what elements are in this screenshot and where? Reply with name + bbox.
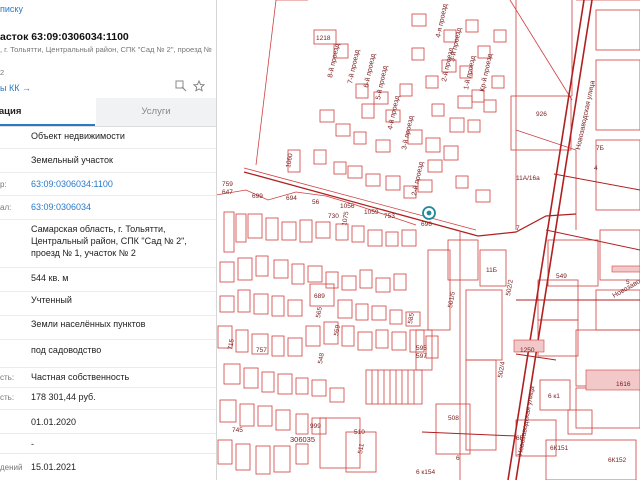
parcel-number: 6 к1 — [548, 393, 560, 400]
parcel-number: 510 — [354, 429, 365, 436]
parcel-number: 6К152 — [608, 457, 627, 464]
star-icon[interactable] — [193, 80, 205, 95]
info-panel: писку асток 63:09:0306034:1100 , г. Толь… — [0, 0, 217, 480]
parcel-number: 6 к154 — [416, 469, 435, 476]
row-area: 544 кв. м — [0, 268, 216, 292]
parcel-number: 689 — [314, 293, 325, 300]
parcel-number: 6Б — [516, 435, 524, 442]
parcel-number: 1218 — [316, 35, 331, 42]
parcel-number: 753 — [384, 213, 395, 220]
parcel-number: 696 — [421, 221, 432, 228]
parcel-number: 730 — [328, 213, 339, 220]
parcel-number: 699 — [252, 193, 263, 200]
row-permitted-use: под садоводство — [0, 340, 216, 368]
parcel-number: 11Б — [486, 267, 497, 274]
parcel-number: 926 — [536, 111, 547, 118]
row-value-date: 01.01.2020 — [0, 410, 216, 434]
parcel-number: 1616 — [616, 381, 631, 388]
row-status: Учтенный — [0, 292, 216, 316]
row-object-kind: Земельный участок — [0, 149, 216, 173]
parcel-number: 549 — [556, 273, 567, 280]
tab-bar: мация Услуги — [0, 98, 216, 127]
row-object-type: Объект недвижимости — [0, 126, 216, 149]
row-empty-value: - — [0, 434, 216, 454]
parcel-number: 759 — [222, 181, 233, 188]
parcel-number: 6К151 — [550, 445, 569, 452]
object-address: , г. Тольятти, Центральный район, СПК "С… — [0, 45, 212, 54]
parcel-number: 7Б — [596, 145, 604, 152]
parcel-number: 5 — [626, 279, 630, 286]
row-address: Самарская область, г. Тольятти, Централь… — [0, 220, 216, 268]
parcel-number: 999 — [310, 423, 321, 430]
parcel-number: 11А/16а — [516, 175, 540, 182]
row-cadastral-value: сть: 178 301,44 руб. — [0, 388, 216, 410]
parcel-number: 1056 — [340, 203, 355, 210]
cadastral-quarter-link[interactable]: 63:09:0306034 — [31, 202, 91, 212]
parcel-number: 694 — [286, 195, 297, 202]
parcel-number: 6 — [456, 455, 460, 462]
row-ownership: сть: Частная собственность — [0, 368, 216, 388]
row-update-date: дений 15.01.2021 — [0, 454, 216, 480]
page-title: асток 63:09:0306034:1100 — [0, 31, 129, 43]
kk-link[interactable]: ы КК → — [0, 83, 31, 93]
parcel-number: 745 — [232, 427, 243, 434]
parcel-number: 7 — [516, 225, 520, 232]
parcel-number: 306035 — [290, 435, 315, 444]
row-land-category: Земли населённых пунктов — [0, 316, 216, 340]
row-cadastral-quarter: ал: 63:09:0306034 — [0, 196, 216, 220]
map-canvas[interactable]: 8-й проезд 7-й проезд 6-й проезд 5-й про… — [216, 0, 640, 480]
parcel-number: 647 — [222, 189, 233, 196]
parcel-number: 508 — [448, 415, 459, 422]
cadastral-map[interactable]: 8-й проезд 7-й проезд 6-й проезд 5-й про… — [216, 0, 640, 480]
tab-information[interactable]: мация — [0, 98, 95, 126]
tab-services[interactable]: Услуги — [96, 98, 216, 126]
parcel-number: 1059 — [364, 209, 379, 216]
parcel-number: 56 — [312, 199, 320, 206]
parcel-number: 595 — [416, 345, 427, 352]
object-address-tail: 2 — [0, 68, 4, 77]
parcel-number: 597 — [416, 353, 427, 360]
search-area-icon[interactable] — [175, 80, 187, 95]
back-to-list-link[interactable]: писку — [0, 4, 23, 14]
cadastral-number-link[interactable]: 63:09:0306034:1100 — [31, 179, 113, 189]
location-marker-icon[interactable] — [423, 207, 435, 219]
parcel-number: 4 — [594, 165, 598, 172]
parcel-number: 1250 — [520, 347, 535, 354]
row-cadastral-number: р: 63:09:0306034:1100 — [0, 173, 216, 196]
parcel-number: 757 — [256, 347, 267, 354]
